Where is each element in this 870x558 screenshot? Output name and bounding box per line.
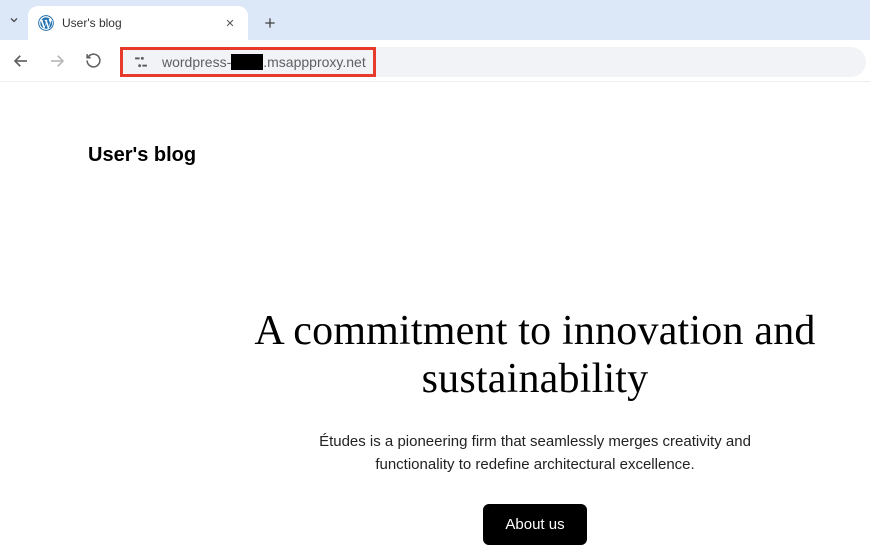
back-button[interactable] <box>4 44 38 78</box>
url-suffix: .msappproxy.net <box>263 54 365 70</box>
reload-button[interactable] <box>76 44 110 78</box>
site-controls-icon[interactable] <box>132 53 150 71</box>
browser-toolbar: wordpress- .msappproxy.net <box>0 40 870 82</box>
tab-title: User's blog <box>62 16 214 30</box>
url-text: wordpress- .msappproxy.net <box>162 54 366 70</box>
browser-tab[interactable]: User's blog <box>28 6 248 40</box>
hero-heading-line1: A commitment to innovation and <box>254 308 815 354</box>
tab-strip: User's blog <box>0 0 870 40</box>
hero-sub-line1: Études is a pioneering firm that seamles… <box>319 433 751 450</box>
hero-heading-line2: sustainability <box>422 356 649 402</box>
close-tab-icon[interactable] <box>222 15 238 31</box>
hero-section: A commitment to innovation and sustainab… <box>0 167 870 545</box>
site-header: User's blog <box>0 82 870 167</box>
site-title: User's blog <box>88 144 870 167</box>
about-us-button[interactable]: About us <box>483 504 586 545</box>
url-redacted <box>231 54 263 70</box>
forward-button[interactable] <box>40 44 74 78</box>
hero-heading: A commitment to innovation and sustainab… <box>200 307 870 404</box>
page-content: User's blog A commitment to innovation a… <box>0 82 870 558</box>
window-menu-chevron[interactable] <box>0 0 28 40</box>
address-bar[interactable]: wordpress- .msappproxy.net <box>120 47 866 77</box>
hero-sub-line2: functionality to redefine architectural … <box>375 456 694 473</box>
wordpress-icon <box>38 15 54 31</box>
hero-subtitle: Études is a pioneering firm that seamles… <box>200 430 870 477</box>
new-tab-button[interactable] <box>256 9 284 37</box>
url-prefix: wordpress- <box>162 54 231 70</box>
